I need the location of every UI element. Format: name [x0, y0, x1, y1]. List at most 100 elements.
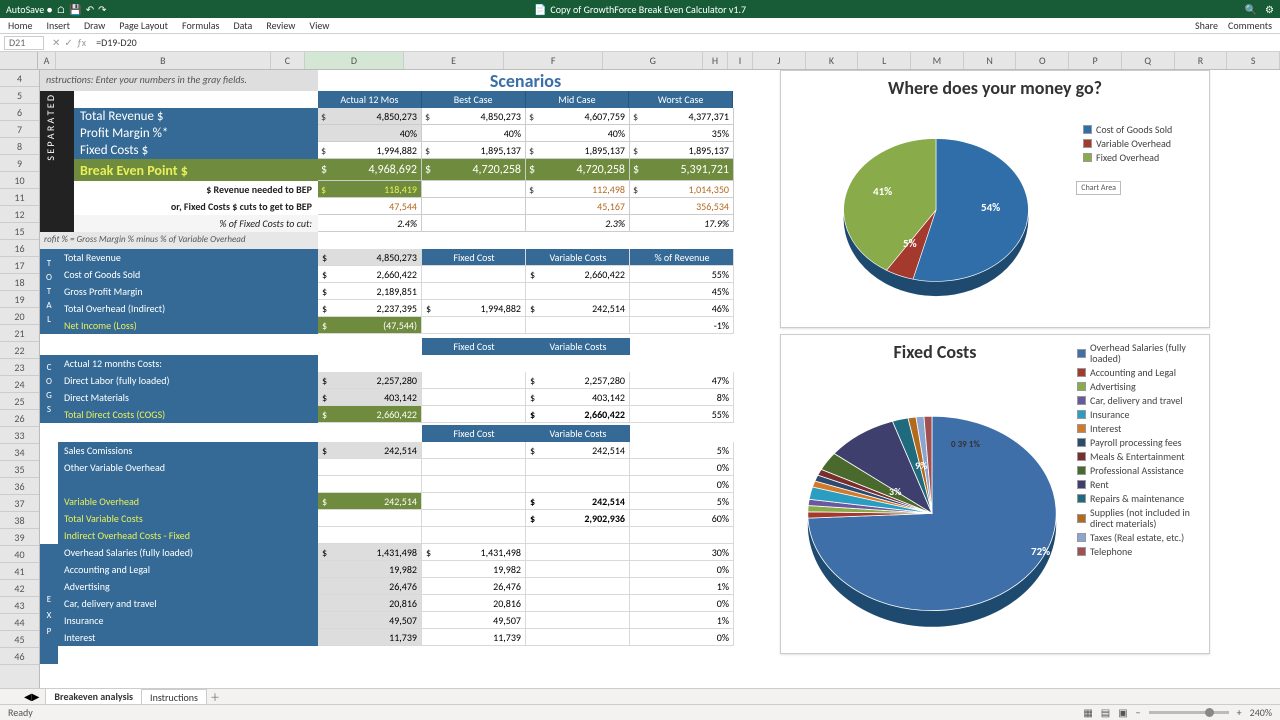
col-C[interactable]: C	[271, 52, 305, 69]
cell[interactable]: $403,142	[526, 389, 630, 406]
add-sheet-button[interactable]: ＋	[208, 689, 222, 704]
cell[interactable]: 19,982	[318, 561, 422, 578]
cell[interactable]	[422, 510, 526, 527]
row-36[interactable]: 36	[0, 478, 39, 495]
zoom-plus-icon[interactable]: +	[1237, 706, 1242, 719]
col-I[interactable]: I	[728, 52, 753, 69]
cell[interactable]: $242,514	[526, 442, 630, 459]
worksheet[interactable]: A B C D E F G H I J K L M N O P Q R S 45…	[0, 52, 1280, 704]
sheet-tab[interactable]: Instructions	[141, 689, 207, 705]
cell[interactable]	[422, 283, 526, 300]
row-headers[interactable]: 4567891011121516171819202122232425263334…	[0, 70, 40, 704]
col-E[interactable]: E	[404, 52, 504, 69]
cancel-icon[interactable]: ✕	[52, 36, 60, 49]
col-F[interactable]: F	[504, 52, 604, 69]
cell[interactable]	[630, 527, 734, 544]
cell[interactable]	[422, 389, 526, 406]
row-35[interactable]: 35	[0, 461, 39, 478]
autosave-toggle[interactable]: AutoSave ●	[6, 3, 52, 16]
col-B[interactable]: B	[56, 52, 271, 69]
cell[interactable]: $2,257,280	[318, 372, 422, 389]
row-12[interactable]: 12	[0, 206, 39, 223]
cell[interactable]	[526, 578, 630, 595]
row-34[interactable]: 34	[0, 444, 39, 461]
row-41[interactable]: 41	[0, 563, 39, 580]
cell[interactable]: $4,850,273	[318, 249, 422, 266]
cell[interactable]	[526, 476, 630, 493]
settings-icon[interactable]: ⚙	[1265, 3, 1274, 16]
ribbon-tab[interactable]: View	[309, 19, 329, 32]
row-40[interactable]: 40	[0, 546, 39, 563]
sheet-tab[interactable]: Breakeven analysis	[45, 688, 142, 706]
cell[interactable]	[422, 266, 526, 283]
cell[interactable]: $2,660,422	[318, 266, 422, 283]
cell[interactable]	[422, 406, 526, 423]
cell[interactable]	[422, 476, 526, 493]
view-page-icon[interactable]: ▤	[1101, 706, 1110, 719]
search-icon[interactable]: 🔍	[1245, 3, 1257, 16]
cell[interactable]: 60%	[630, 510, 734, 527]
row-22[interactable]: 22	[0, 342, 39, 359]
row-23[interactable]: 23	[0, 359, 39, 376]
row-17[interactable]: 17	[0, 257, 39, 274]
cell[interactable]: $1,994,882	[422, 300, 526, 317]
row-44[interactable]: 44	[0, 614, 39, 631]
row-6[interactable]: 6	[0, 104, 39, 121]
cell[interactable]	[630, 249, 734, 266]
row-38[interactable]: 38	[0, 512, 39, 529]
cell[interactable]	[526, 612, 630, 629]
row-10[interactable]: 10	[0, 172, 39, 189]
qat-redo-icon[interactable]: ↷	[98, 3, 106, 16]
enter-icon[interactable]: ✓	[64, 36, 72, 49]
tab-nav-next-icon[interactable]: ▶	[32, 690, 40, 703]
cell[interactable]	[318, 476, 422, 493]
cell[interactable]	[526, 595, 630, 612]
row-33[interactable]: 33	[0, 427, 39, 444]
cell[interactable]: $2,237,395	[318, 300, 422, 317]
col-L[interactable]: L	[858, 52, 911, 69]
ribbon-tab[interactable]: Page Layout	[119, 19, 168, 32]
col-O[interactable]: O	[1016, 52, 1069, 69]
cell[interactable]: 11,739	[422, 629, 526, 646]
ribbon-tab[interactable]: Data	[233, 19, 252, 32]
column-headers[interactable]: A B C D E F G H I J K L M N O P Q R S	[0, 52, 1280, 70]
zoom-slider[interactable]	[1149, 711, 1229, 714]
cell[interactable]: 26,476	[318, 578, 422, 595]
cell[interactable]: $242,514	[318, 493, 422, 510]
col-R[interactable]: R	[1175, 52, 1228, 69]
cell[interactable]: 45%	[630, 283, 734, 300]
qat-home-icon[interactable]: ⌂	[56, 3, 65, 16]
row-26[interactable]: 26	[0, 410, 39, 427]
cell[interactable]: 0%	[630, 561, 734, 578]
cell[interactable]: 30%	[630, 544, 734, 561]
cell[interactable]: $403,142	[318, 389, 422, 406]
name-box[interactable]: D21	[4, 36, 44, 50]
view-break-icon[interactable]: ▣	[1118, 706, 1127, 719]
cell[interactable]: 0%	[630, 459, 734, 476]
col-D[interactable]: D	[305, 52, 405, 69]
cell[interactable]: 0%	[630, 595, 734, 612]
cell[interactable]: 47%	[630, 372, 734, 389]
cell[interactable]: $242,514	[526, 300, 630, 317]
row-37[interactable]: 37	[0, 495, 39, 512]
cell[interactable]: $2,189,851	[318, 283, 422, 300]
row-16[interactable]: 16	[0, 240, 39, 257]
cell[interactable]	[422, 459, 526, 476]
cell[interactable]: $2,902,936	[526, 510, 630, 527]
row-18[interactable]: 18	[0, 274, 39, 291]
formula-input[interactable]: =D19-D20	[90, 36, 1280, 49]
zoom-minus-icon[interactable]: −	[1136, 706, 1141, 719]
chart-money-go[interactable]: Where does your money go? Chart Area 54%…	[780, 70, 1210, 328]
cell[interactable]	[526, 544, 630, 561]
cell[interactable]: 20,816	[318, 595, 422, 612]
row-19[interactable]: 19	[0, 291, 39, 308]
zoom-level[interactable]: 240%	[1250, 706, 1272, 719]
col-Q[interactable]: Q	[1122, 52, 1175, 69]
cell[interactable]	[526, 459, 630, 476]
col-N[interactable]: N	[964, 52, 1017, 69]
row-7[interactable]: 7	[0, 121, 39, 138]
cell[interactable]: 55%	[630, 266, 734, 283]
row-9[interactable]: 9	[0, 155, 39, 172]
col-J[interactable]: J	[753, 52, 806, 69]
cell[interactable]: 55%	[630, 406, 734, 423]
